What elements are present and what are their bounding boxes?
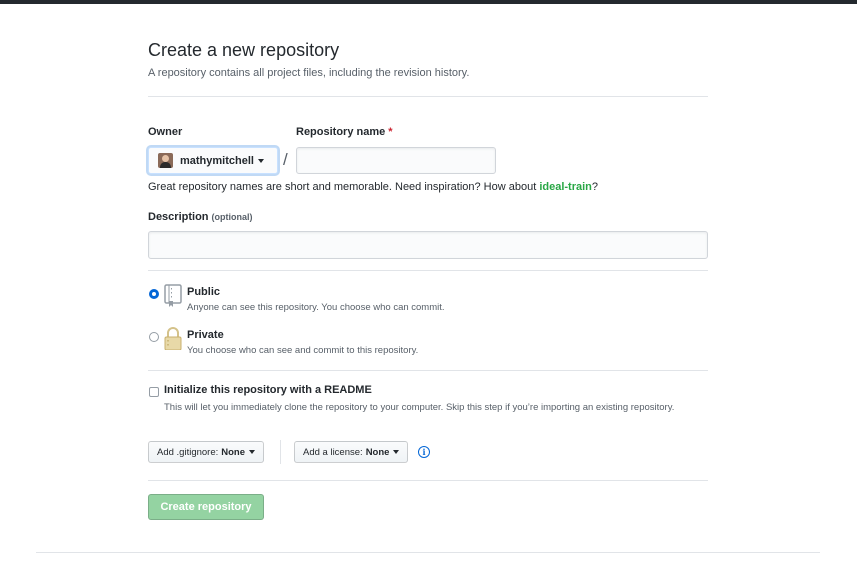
license-value: None [365, 446, 390, 458]
create-repository-button[interactable]: Create repository [148, 494, 264, 520]
caret-down-icon [249, 450, 256, 454]
user-avatar-icon [158, 153, 173, 168]
readme-title[interactable]: Initialize this repository with a README [164, 384, 372, 396]
description-label-text: Description [148, 211, 209, 223]
name-suggestion-link[interactable]: ideal-train [539, 181, 592, 193]
page-subtitle: A repository contains all project files,… [148, 67, 470, 79]
repository-name-label: Repository name * [296, 126, 393, 138]
license-label: Add a license: [303, 446, 363, 458]
owner-select-button[interactable]: mathymitchell [148, 147, 278, 174]
repository-name-input[interactable] [296, 147, 496, 174]
required-marker: * [388, 126, 393, 138]
caret-down-icon [393, 450, 400, 454]
repo-icon [164, 284, 182, 307]
caret-down-icon [257, 158, 264, 163]
gitignore-value: None [221, 446, 246, 458]
description-divider [148, 270, 708, 271]
readme-note: This will let you immediately clone the … [164, 402, 675, 413]
optional-label: (optional) [211, 212, 253, 222]
public-note: Anyone can see this repository. You choo… [187, 302, 445, 313]
repository-name-hint: Great repository names are short and mem… [148, 181, 598, 193]
select-separator [280, 440, 281, 464]
owner-label: Owner [148, 126, 183, 138]
footer-divider [36, 552, 820, 553]
header-divider [148, 96, 708, 97]
hint-text: Great repository names are short and mem… [148, 181, 540, 193]
public-title: Public [187, 286, 221, 298]
private-title: Private [187, 329, 224, 341]
top-navigation-bar [0, 0, 857, 4]
repository-name-label-text: Repository name [296, 126, 386, 138]
options-divider [148, 480, 708, 481]
owner-name-separator: / [283, 150, 288, 169]
private-radio[interactable] [149, 332, 159, 342]
gitignore-label: Add .gitignore: [157, 446, 219, 458]
owner-name: mathymitchell [180, 154, 254, 167]
private-note: You choose who can see and commit to thi… [187, 345, 419, 356]
visibility-divider [148, 370, 708, 371]
public-radio[interactable] [149, 289, 159, 299]
info-icon[interactable]: i [418, 446, 430, 458]
page-title: Create a new repository [148, 40, 340, 60]
description-label: Description (optional) [148, 211, 253, 223]
hint-suffix: ? [591, 181, 599, 193]
gitignore-select-button[interactable]: Add .gitignore: None [148, 441, 265, 463]
lock-icon [164, 327, 182, 350]
description-input[interactable] [148, 231, 708, 259]
license-select-button[interactable]: Add a license: None [294, 441, 409, 463]
readme-checkbox[interactable] [149, 387, 159, 397]
